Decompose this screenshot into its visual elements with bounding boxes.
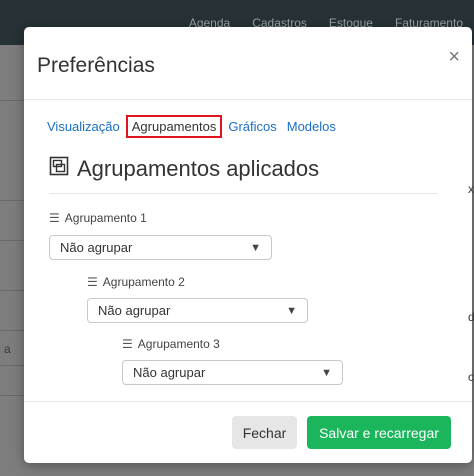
preferences-tabs: Visualização Agrupamentos Gráficos Model… <box>43 115 342 138</box>
group-3-label: Agrupamento 3 <box>137 337 220 351</box>
section-divider <box>49 193 438 194</box>
preferences-modal: Preferências × Visualização Agrupamentos… <box>24 27 472 463</box>
footer-divider <box>24 401 472 402</box>
tab-agrupamentos[interactable]: Agrupamentos <box>125 115 223 138</box>
close-button[interactable]: Fechar <box>232 416 297 449</box>
group-2-label: Agrupamento 2 <box>102 275 185 289</box>
group-2-select[interactable]: Não agrupar ▼ <box>87 298 308 323</box>
background-fragment: ce <box>468 370 474 384</box>
section-heading: Agrupamentos aplicados <box>49 156 319 182</box>
layers-icon <box>49 156 69 182</box>
group-2-select-value: Não agrupar <box>98 303 171 318</box>
group-2-label-row: ☰ Agrupamento 2 <box>87 275 185 289</box>
list-icon: ☰ <box>49 211 60 225</box>
group-1-label-row: ☰ Agrupamento 1 <box>49 211 147 225</box>
tab-visualizacao[interactable]: Visualização <box>43 116 124 137</box>
chevron-down-icon: ▼ <box>286 304 297 317</box>
list-icon: ☰ <box>87 275 98 289</box>
background-fragment: xo <box>468 182 474 196</box>
tab-graficos[interactable]: Gráficos <box>224 116 280 137</box>
list-icon: ☰ <box>122 337 133 351</box>
group-3-label-row: ☰ Agrupamento 3 <box>122 337 220 351</box>
close-icon[interactable]: × <box>448 47 460 67</box>
section-title: Agrupamentos aplicados <box>77 156 320 181</box>
group-3-select[interactable]: Não agrupar ▼ <box>122 360 343 385</box>
background-fragment: d <box>468 310 474 324</box>
chevron-down-icon: ▼ <box>321 366 332 379</box>
tab-modelos[interactable]: Modelos <box>283 116 340 137</box>
group-1-select-value: Não agrupar <box>60 240 133 255</box>
group-3-select-value: Não agrupar <box>133 365 206 380</box>
group-1-select[interactable]: Não agrupar ▼ <box>49 235 272 260</box>
background-fragment: a <box>4 342 11 356</box>
modal-title: Preferências <box>37 54 155 77</box>
chevron-down-icon: ▼ <box>250 241 261 254</box>
group-1-label: Agrupamento 1 <box>64 211 147 225</box>
modal-header: Preferências × <box>24 27 472 100</box>
save-and-reload-button[interactable]: Salvar e recarregar <box>307 416 451 449</box>
